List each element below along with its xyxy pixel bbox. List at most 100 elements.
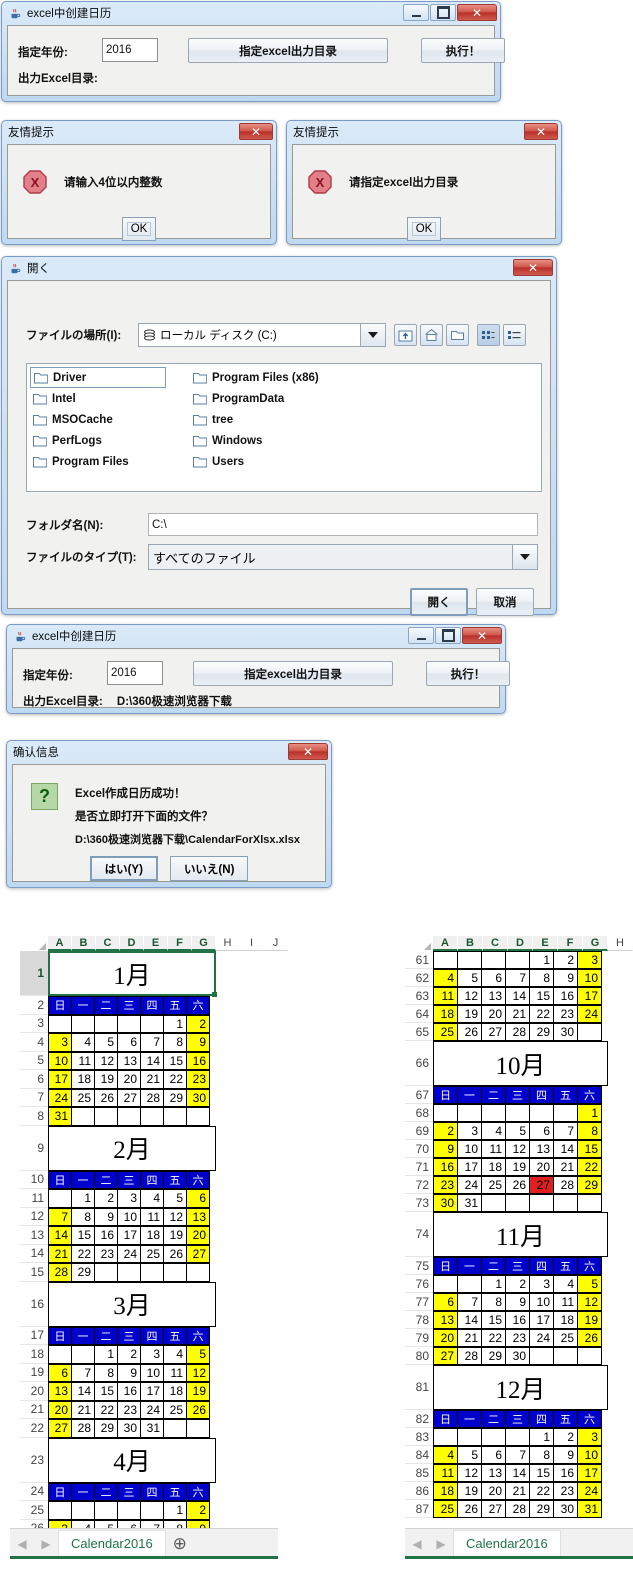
- row-header-12[interactable]: 12: [20, 1207, 48, 1226]
- spreadsheet-grid-left[interactable]: 1 1月 2 日一二三四五六 3 1 2 4 3 4 5 6 7 8 9 5 10 11 12 13 14 15 16 6 17…: [20, 951, 310, 1538]
- spreadsheet-row[interactable]: 20 13 14 15 16 17 18 19: [20, 1382, 310, 1401]
- date-cell[interactable]: 27: [481, 1500, 506, 1518]
- date-cell[interactable]: 14: [140, 1051, 164, 1070]
- date-cell[interactable]: 9: [186, 1033, 210, 1052]
- column-header-j[interactable]: J: [264, 936, 288, 951]
- date-cell[interactable]: 7: [48, 1207, 72, 1226]
- date-cell[interactable]: 12: [505, 1140, 530, 1158]
- date-cell[interactable]: 15: [529, 987, 554, 1005]
- row-header-84[interactable]: 84: [405, 1446, 433, 1464]
- date-cell[interactable]: 26: [457, 1500, 482, 1518]
- list-item[interactable]: PerfLogs: [30, 430, 166, 451]
- empty-cell[interactable]: [117, 1501, 141, 1520]
- date-cell[interactable]: 10: [48, 1051, 72, 1070]
- date-cell[interactable]: 19: [163, 1226, 187, 1245]
- title-bar[interactable]: excel中创建日历 ✕: [2, 2, 500, 24]
- yes-button[interactable]: はい(Y): [89, 856, 158, 881]
- date-cell[interactable]: 11: [553, 1293, 578, 1311]
- empty-cell[interactable]: [48, 1189, 72, 1208]
- list-item[interactable]: Users: [190, 451, 326, 472]
- spreadsheet-row[interactable]: 7 24 25 26 27 28 29 30: [20, 1088, 310, 1107]
- date-cell[interactable]: 26: [94, 1088, 118, 1107]
- date-cell[interactable]: 14: [505, 987, 530, 1005]
- row-header-6[interactable]: 6: [20, 1070, 48, 1089]
- date-cell[interactable]: 15: [94, 1382, 118, 1401]
- date-cell[interactable]: 20: [433, 1329, 458, 1347]
- list-item[interactable]: tree: [190, 409, 326, 430]
- date-cell[interactable]: 13: [186, 1207, 210, 1226]
- spreadsheet-row[interactable]: 3 12: [20, 1014, 310, 1033]
- row-header-87[interactable]: 87: [405, 1500, 433, 1518]
- row-header-65[interactable]: 65: [405, 1023, 433, 1041]
- date-cell[interactable]: 6: [186, 1189, 210, 1208]
- choose-output-dir-button[interactable]: 指定excel出力目录: [188, 38, 388, 63]
- row-header-7[interactable]: 7: [20, 1088, 48, 1107]
- title-bar[interactable]: 友情提示 ✕: [2, 121, 276, 143]
- weekday-header-cell[interactable]: 六: [577, 1257, 602, 1275]
- empty-cell[interactable]: [48, 1345, 72, 1364]
- year-input[interactable]: 2016: [107, 661, 163, 685]
- empty-cell[interactable]: [457, 1275, 482, 1293]
- column-header-f[interactable]: F: [558, 936, 583, 951]
- date-cell[interactable]: 25: [433, 1500, 458, 1518]
- column-header-h[interactable]: H: [216, 936, 240, 951]
- weekday-header-cell[interactable]: 四: [529, 1086, 554, 1104]
- date-cell[interactable]: 23: [505, 1329, 530, 1347]
- date-cell[interactable]: 15: [163, 1051, 187, 1070]
- date-cell[interactable]: 16: [433, 1158, 458, 1176]
- date-cell[interactable]: 15: [529, 1464, 554, 1482]
- main-window-with-dir[interactable]: excel中创建日历 ✕ 指定年份: 2016 指定excel出力目录 执行！ …: [6, 624, 510, 714]
- spreadsheet-row[interactable]: 64 18 19 20 21 22 23 24: [405, 1005, 633, 1023]
- spreadsheet-row[interactable]: 6 17 18 19 20 21 22 23: [20, 1070, 310, 1089]
- weekday-header-cell[interactable]: 一: [457, 1086, 482, 1104]
- spreadsheet-row[interactable]: 16 3月: [20, 1281, 310, 1327]
- date-cell[interactable]: 8: [481, 1293, 506, 1311]
- date-cell[interactable]: 1: [529, 1428, 554, 1446]
- row-header-22[interactable]: 22: [20, 1419, 48, 1438]
- spreadsheet-row[interactable]: 17 日一二三四五六: [20, 1326, 310, 1345]
- column-header-a[interactable]: A: [48, 936, 72, 951]
- date-cell[interactable]: 21: [71, 1400, 95, 1419]
- row-header-74[interactable]: 74: [405, 1212, 433, 1257]
- spreadsheet-row[interactable]: 13 14 15 16 17 18 19 20: [20, 1226, 310, 1245]
- spreadsheet-row[interactable]: 78 13 14 15 16 17 18 19: [405, 1311, 633, 1329]
- window-controls[interactable]: ✕: [408, 627, 502, 644]
- spreadsheet-row[interactable]: 66 10月: [405, 1041, 633, 1086]
- date-cell[interactable]: 29: [481, 1347, 506, 1365]
- row-header-9[interactable]: 9: [20, 1125, 48, 1171]
- title-bar[interactable]: 确认信息 ✕: [7, 741, 331, 763]
- prev-sheet-button[interactable]: ◀: [10, 1537, 34, 1551]
- window-controls[interactable]: ✕: [239, 123, 273, 140]
- spreadsheet-row[interactable]: 85 11 12 13 14 15 16 17: [405, 1464, 633, 1482]
- row-header-80[interactable]: 80: [405, 1347, 433, 1365]
- list-item[interactable]: Program Files: [30, 451, 190, 472]
- spreadsheet-row[interactable]: 69 2 3 4 5 6 7 8: [405, 1122, 633, 1140]
- date-cell[interactable]: 23: [553, 1005, 578, 1023]
- weekday-header-cell[interactable]: 日: [48, 996, 72, 1015]
- title-bar[interactable]: 友情提示 ✕: [287, 121, 561, 143]
- date-cell[interactable]: 7: [457, 1293, 482, 1311]
- column-header-f[interactable]: F: [168, 936, 192, 951]
- date-cell[interactable]: 1: [163, 1014, 187, 1033]
- window-controls[interactable]: ✕: [513, 259, 553, 276]
- spreadsheet-row[interactable]: 83 1 2 3: [405, 1428, 633, 1446]
- date-cell[interactable]: 21: [505, 1482, 530, 1500]
- date-cell[interactable]: 22: [163, 1070, 187, 1089]
- date-cell[interactable]: 16: [94, 1226, 118, 1245]
- month-title-cell[interactable]: 2月: [48, 1125, 216, 1171]
- date-cell[interactable]: 1: [71, 1189, 95, 1208]
- date-cell[interactable]: 19: [186, 1382, 210, 1401]
- column-header-e[interactable]: E: [144, 936, 168, 951]
- details-view-icon[interactable]: [503, 324, 526, 346]
- date-cell[interactable]: 10: [529, 1293, 554, 1311]
- date-cell[interactable]: 28: [505, 1023, 530, 1041]
- file-type-dropdown-arrow[interactable]: [512, 545, 537, 569]
- date-cell[interactable]: 9: [94, 1207, 118, 1226]
- date-cell[interactable]: 22: [71, 1244, 95, 1263]
- date-cell[interactable]: 8: [71, 1207, 95, 1226]
- weekday-header-cell[interactable]: 三: [117, 1170, 141, 1189]
- empty-cell[interactable]: [577, 1194, 602, 1212]
- spreadsheet-row[interactable]: 19 6 7 8 9 10 11 12: [20, 1363, 310, 1382]
- date-cell[interactable]: 11: [433, 987, 458, 1005]
- date-cell[interactable]: 17: [529, 1311, 554, 1329]
